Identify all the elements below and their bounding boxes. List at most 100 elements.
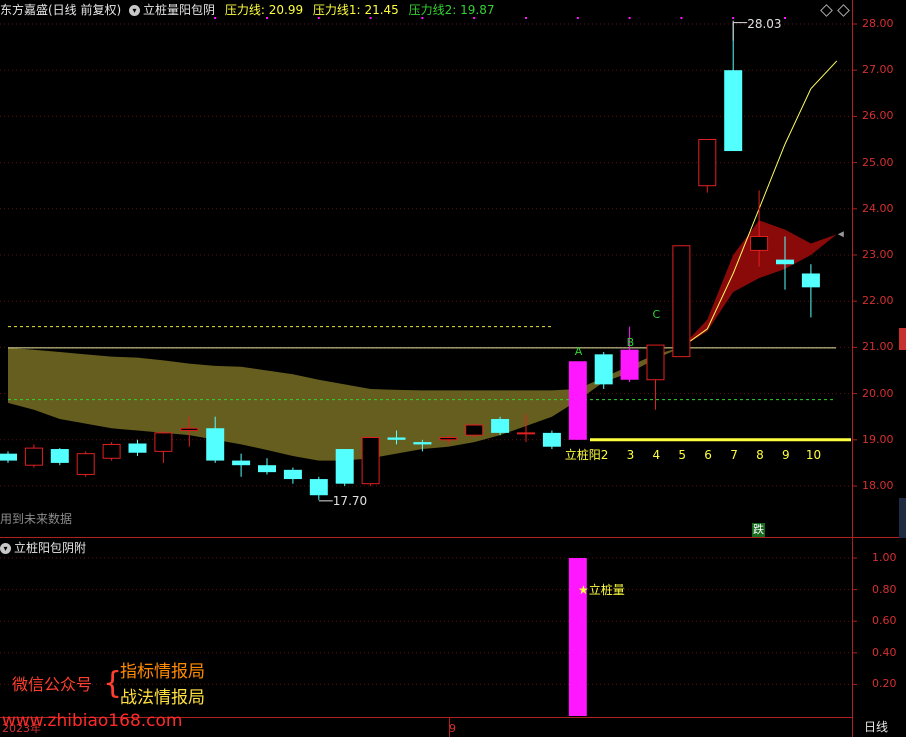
sub-chart-header: ▾ 立桩阳包阴附 bbox=[0, 540, 86, 556]
signal-dot bbox=[732, 17, 735, 19]
sub-tick: 0.40 bbox=[872, 645, 897, 659]
wechat-label: 微信公众号 bbox=[12, 675, 93, 694]
point-label-c: C bbox=[652, 307, 661, 321]
candle-body bbox=[465, 424, 484, 436]
price-tick: 26.00 bbox=[862, 109, 894, 123]
candle-body bbox=[128, 443, 147, 453]
chart-window: 东方嘉盛(日线 前复权) ▾ 立桩量阳包阴 压力线: 20.99 压力线1: 21… bbox=[0, 0, 906, 737]
price-tick: 18.00 bbox=[862, 479, 894, 492]
sub-tick: 0.60 bbox=[872, 614, 897, 628]
candle-body bbox=[698, 139, 717, 187]
count-label: 9 bbox=[782, 448, 790, 462]
count-label: 4 bbox=[652, 448, 661, 462]
low-marker: 17.70 bbox=[332, 493, 368, 508]
star-icon: ★ bbox=[578, 583, 589, 597]
chart-header: 东方嘉盛(日线 前复权) ▾ 立桩量阳包阴 压力线: 20.99 压力线1: 21… bbox=[0, 2, 495, 18]
pressure-main-value: 20.99 bbox=[268, 3, 304, 17]
sub-tick: 1.00 bbox=[872, 551, 897, 564]
count-label: 立桩阳 bbox=[564, 448, 601, 462]
count-label: 3 bbox=[626, 448, 635, 462]
sub-indicator-menu-icon[interactable]: ▾ bbox=[0, 543, 11, 554]
grid-lines bbox=[0, 23, 851, 685]
pressure-1-value: 21.45 bbox=[364, 3, 399, 17]
candle-body bbox=[750, 236, 769, 251]
candle-body bbox=[102, 443, 121, 459]
count-label: 5 bbox=[678, 448, 687, 462]
signal-dot bbox=[628, 17, 631, 19]
chart-canvas[interactable] bbox=[0, 0, 906, 737]
count-label: 10 bbox=[805, 448, 822, 462]
price-tick: 25.00 bbox=[862, 155, 894, 169]
count-label: 8 bbox=[756, 448, 764, 462]
candle-body bbox=[232, 460, 251, 466]
future-data-note: 用到未来数据 bbox=[0, 512, 73, 526]
candle-body bbox=[413, 442, 432, 445]
axis-scroll bbox=[899, 498, 906, 538]
pressure-2-value: 19.87 bbox=[460, 3, 495, 17]
sub-indicator-name[interactable]: 立桩阳包阴附 bbox=[14, 541, 86, 555]
sub-tick: 0.20 bbox=[872, 677, 897, 691]
candle-body bbox=[776, 259, 794, 265]
count-label: 2 bbox=[600, 448, 609, 462]
candle-body bbox=[180, 427, 199, 432]
price-tick: 28.00 bbox=[862, 17, 894, 30]
momentum-cloud bbox=[681, 60, 844, 348]
period-label[interactable]: 日线 bbox=[864, 720, 888, 734]
point-label-b: B bbox=[626, 335, 635, 349]
pressure-main-label: 压力线: bbox=[224, 3, 265, 17]
candle-body bbox=[542, 432, 561, 447]
price-tick: 19.00 bbox=[862, 432, 894, 446]
candle-body bbox=[258, 465, 276, 473]
candle-body bbox=[646, 344, 665, 381]
sub-chart-bars bbox=[568, 558, 587, 716]
pressure-2-label: 压力线2: bbox=[408, 3, 457, 17]
count-label: 7 bbox=[730, 448, 738, 462]
candle-body bbox=[0, 453, 17, 461]
candle-body bbox=[76, 453, 95, 475]
price-tick: 27.00 bbox=[862, 63, 894, 77]
price-tick: 23.00 bbox=[862, 248, 894, 261]
candle-body bbox=[206, 428, 225, 461]
price-tick: 21.00 bbox=[862, 340, 894, 354]
signal-dot bbox=[680, 17, 683, 19]
indicator-menu-icon[interactable]: ▾ bbox=[129, 5, 141, 16]
candle-body bbox=[154, 432, 173, 452]
candle-body bbox=[24, 447, 43, 466]
high-marker: 28.03 bbox=[747, 16, 782, 31]
watermark-line2: 战法情报局 bbox=[120, 688, 205, 708]
signal-dot bbox=[784, 17, 786, 19]
month-label: 9 bbox=[449, 722, 456, 735]
stock-title[interactable]: 东方嘉盛(日线 前复权) bbox=[0, 3, 121, 17]
indicator-name[interactable]: 立桩量阳包阴 bbox=[143, 3, 215, 17]
price-tick: 24.00 bbox=[862, 201, 894, 215]
cloud-end-arrow bbox=[837, 231, 844, 238]
candle-body bbox=[517, 432, 535, 435]
price-tick: 22.00 bbox=[862, 294, 894, 308]
candle-body bbox=[439, 436, 458, 441]
signal-dot bbox=[576, 17, 579, 19]
watermark-line1: 指标情报局 bbox=[120, 662, 205, 682]
candle-body bbox=[335, 449, 354, 484]
candle-body bbox=[672, 245, 691, 358]
candle-body bbox=[283, 469, 302, 480]
candle-body bbox=[568, 361, 587, 440]
candle-body bbox=[309, 479, 328, 496]
sub-tick: 0.80 bbox=[872, 582, 897, 596]
candle-body bbox=[724, 70, 743, 152]
year-label: 2023年 bbox=[2, 722, 41, 735]
candle-body bbox=[491, 419, 510, 433]
signal-label: ★立桩量 bbox=[578, 583, 625, 597]
axis-marker bbox=[899, 328, 906, 350]
point-label-a: A bbox=[574, 344, 583, 358]
drop-badge: 跌 bbox=[752, 523, 765, 537]
candle-body bbox=[50, 449, 69, 463]
pressure-1-label: 压力线1: bbox=[312, 3, 361, 17]
candle-body bbox=[361, 436, 380, 485]
signal-bar bbox=[568, 558, 587, 716]
candle-body bbox=[387, 437, 406, 440]
price-tick: 20.00 bbox=[862, 386, 894, 400]
candle-body bbox=[594, 354, 613, 385]
count-label: 6 bbox=[704, 448, 712, 462]
signal-dot bbox=[525, 17, 527, 19]
candle-body bbox=[620, 349, 639, 380]
